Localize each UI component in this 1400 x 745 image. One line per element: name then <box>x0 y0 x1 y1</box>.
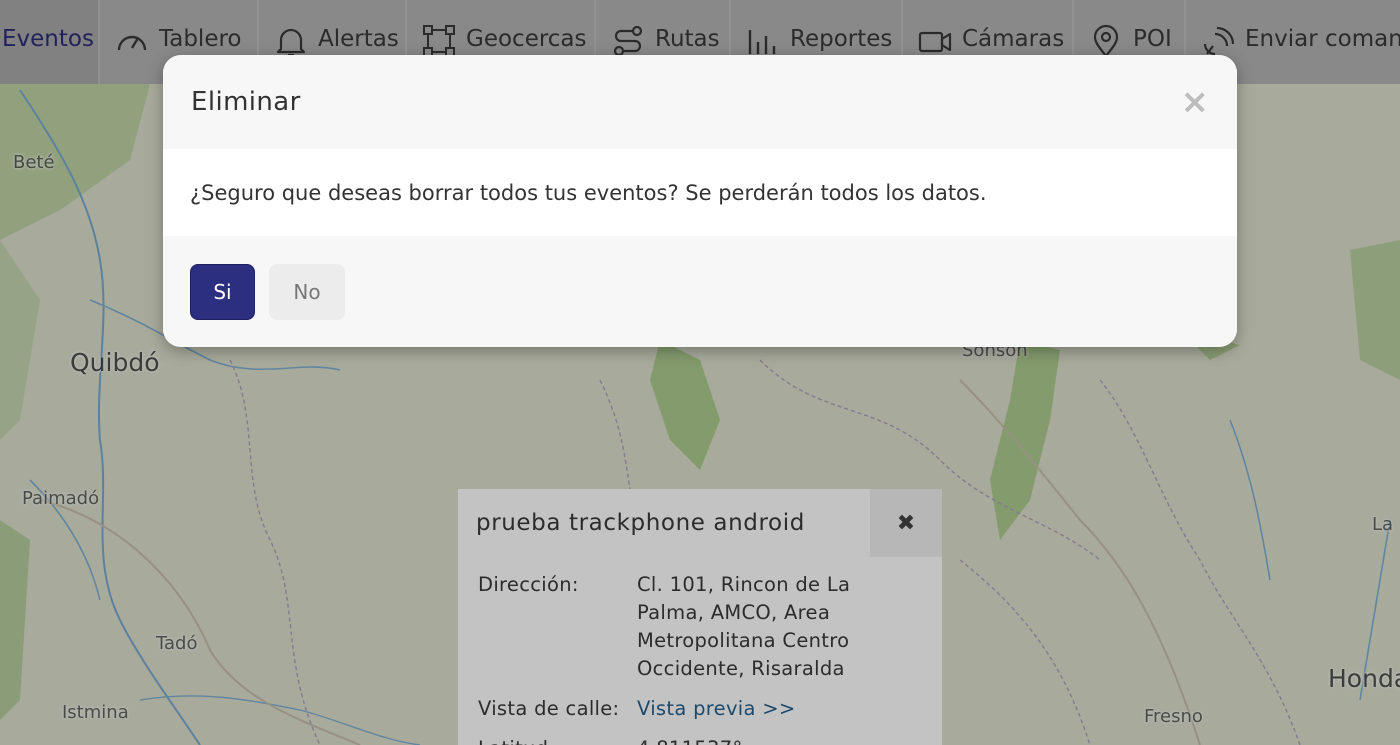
confirm-no-button[interactable]: No <box>269 263 345 320</box>
popup-row-value: 4.811537° <box>637 735 922 745</box>
popup-row-key: Latitud: <box>478 735 637 745</box>
popup-row-direccion: Dirección: Cl. 101, Rincon de La Palma, … <box>478 571 922 683</box>
modal-body: ¿Seguro que deseas borrar todos tus even… <box>163 149 1237 236</box>
modal-title: Eliminar <box>191 87 301 117</box>
popup-row-value: Cl. 101, Rincon de La Palma, AMCO, Area … <box>637 573 851 680</box>
popup-title: prueba trackphone android <box>476 510 805 536</box>
confirm-yes-button[interactable]: Si <box>190 263 255 320</box>
popup-close-button[interactable]: ✖ <box>870 489 942 557</box>
popup-row-key: Dirección: <box>478 573 579 596</box>
close-icon: ✖ <box>896 510 916 536</box>
modal-close-icon[interactable]: × <box>1181 85 1210 119</box>
popup-header: prueba trackphone android ✖ <box>458 489 942 557</box>
modal-message: ¿Seguro que deseas borrar todos tus even… <box>190 180 987 205</box>
popup-row-latitud: Latitud: 4.811537° <box>478 735 922 745</box>
modal-header: Eliminar × <box>163 55 1237 149</box>
street-view-link[interactable]: Vista previa >> <box>637 695 922 723</box>
popup-details: Dirección: Cl. 101, Rincon de La Palma, … <box>458 557 942 745</box>
popup-row-key: Vista de calle: <box>478 697 620 720</box>
modal-footer: Si No <box>163 236 1237 347</box>
app-root: Beté Quibdó Paimadó Tadó Istmina Sonsón … <box>0 0 1400 745</box>
device-info-popup: prueba trackphone android ✖ Dirección: C… <box>458 489 942 745</box>
popup-row-vista-calle: Vista de calle: Vista previa >> <box>478 695 922 723</box>
delete-confirm-modal: Eliminar × ¿Seguro que deseas borrar tod… <box>163 55 1237 347</box>
